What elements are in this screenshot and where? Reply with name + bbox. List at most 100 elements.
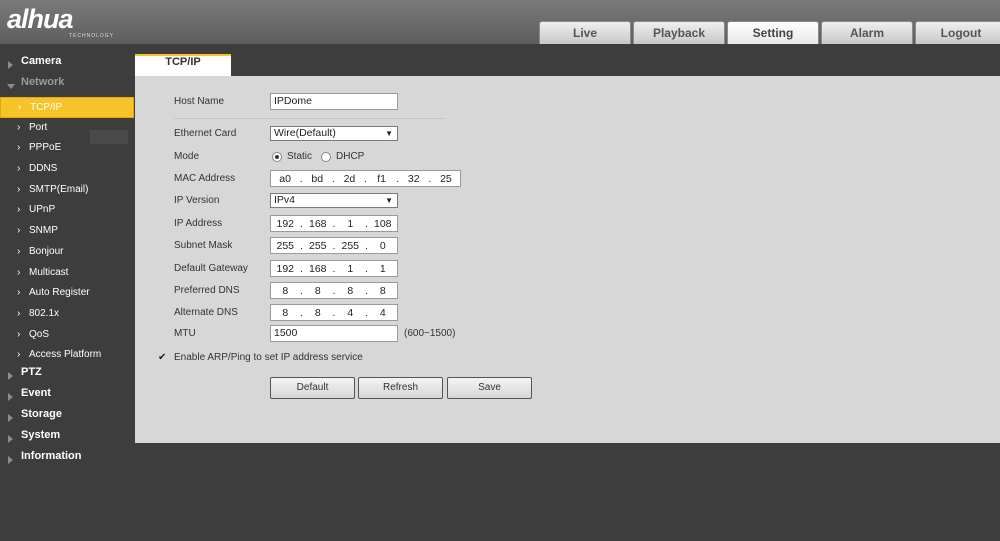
chevron-right-icon: › <box>17 183 21 195</box>
dropdown-arrow-icon: ▼ <box>385 129 393 138</box>
ethernet-card-row: Ethernet Card Wire(Default) ▼ <box>174 125 974 142</box>
tab-playback[interactable]: Playback <box>633 21 725 44</box>
mode-static-option[interactable]: Static <box>272 151 312 162</box>
mode-static-label: Static <box>287 151 313 162</box>
host-name-row: Host Name IPDome <box>174 93 974 110</box>
alternate-dns-field: 8. 8. 4. 4 <box>270 304 398 321</box>
sidebar-item-label: 802.1x <box>29 307 60 319</box>
sidebar-system[interactable]: System <box>0 429 134 450</box>
dns-octet-input[interactable]: 8 <box>271 285 300 297</box>
ip-octet-input[interactable]: 1 <box>336 218 365 230</box>
gateway-octet-input[interactable]: 192 <box>271 263 300 275</box>
gateway-octet-input[interactable]: 1 <box>369 263 398 275</box>
sidebar-camera[interactable]: Camera <box>0 55 134 76</box>
radio-static[interactable] <box>272 151 282 162</box>
gateway-label: Default Gateway <box>174 263 248 274</box>
sidebar-item-label: SNMP <box>29 225 58 237</box>
sidebar-item-label: QoS <box>29 328 50 340</box>
sidebar-item-multicast[interactable]: › Multicast <box>0 263 134 284</box>
save-button[interactable]: Save <box>447 377 532 399</box>
ip-address-field: 192. 168. 1. 108 <box>270 215 398 232</box>
mode-row: Mode Static DHCP <box>174 148 974 165</box>
host-name-input[interactable]: IPDome <box>270 93 398 110</box>
dns-octet-input[interactable]: 8 <box>304 307 333 319</box>
tab-alarm[interactable]: Alarm <box>821 21 913 44</box>
top-bar: alhua TECHNOLOGY Live Playback Setting A… <box>0 0 1000 44</box>
chevron-right-icon: › <box>17 328 21 340</box>
sidebar-storage-label: Storage <box>21 407 62 420</box>
sidebar-ptz[interactable]: PTZ <box>0 366 134 387</box>
sidebar-item-qos[interactable]: › QoS <box>0 325 134 346</box>
expand-triangle-icon <box>8 413 13 422</box>
ethernet-card-select[interactable]: Wire(Default) ▼ <box>270 126 398 141</box>
refresh-button[interactable]: Refresh <box>358 377 443 399</box>
expand-triangle-icon <box>8 61 13 69</box>
sidebar-information[interactable]: Information <box>0 450 134 471</box>
sidebar-item-snmp[interactable]: › SNMP <box>0 221 134 242</box>
panel-tab-tcpip[interactable]: TCP/IP <box>135 54 231 76</box>
sidebar-item-label: PPPoE <box>29 142 62 154</box>
sidebar-camera-label: Camera <box>21 55 62 67</box>
sidebar-item-label: Bonjour <box>29 245 64 257</box>
sidebar-item-tcpip[interactable]: › TCP/IP <box>0 97 134 118</box>
ip-version-select[interactable]: IPv4 ▼ <box>270 193 398 208</box>
dns-octet-input[interactable]: 4 <box>336 307 365 319</box>
arp-checkbox[interactable]: ✔ <box>158 352 168 363</box>
dns-octet-input[interactable]: 4 <box>369 307 398 319</box>
subnet-octet-input[interactable]: 0 <box>369 240 398 252</box>
chevron-right-icon: › <box>17 307 21 319</box>
subnet-octet-input[interactable]: 255 <box>271 240 300 252</box>
sidebar: Camera Network › TCP/IP › Port › PPPoE › DDN… <box>0 55 134 471</box>
divider <box>174 118 446 119</box>
sidebar-item-label: Auto Register <box>29 287 90 299</box>
default-button[interactable]: Default <box>270 377 355 399</box>
subnet-row: Subnet Mask 255. 255. 255. 0 <box>174 237 974 254</box>
dns-octet-input[interactable]: 8 <box>271 307 300 319</box>
ip-octet-input[interactable]: 168 <box>304 218 333 230</box>
sidebar-item-label: Multicast <box>29 266 69 278</box>
host-name-label: Host Name <box>174 96 225 107</box>
sidebar-item-upnp[interactable]: › UPnP <box>0 200 134 221</box>
sidebar-ptz-label: PTZ <box>21 365 42 378</box>
sidebar-item-label: Access Platform <box>29 349 102 361</box>
radio-dhcp[interactable] <box>321 151 332 162</box>
dns-octet-input[interactable]: 8 <box>336 285 365 297</box>
gateway-octet-input[interactable]: 1 <box>336 263 365 275</box>
sidebar-item-access-platform[interactable]: › Access Platform <box>0 345 134 366</box>
ip-address-row: IP Address 192. 168. 1. 108 <box>174 215 974 232</box>
ethernet-card-label: Ethernet Card <box>174 128 237 139</box>
mac-label: MAC Address <box>174 173 236 184</box>
sidebar-item-ddns[interactable]: › DDNS <box>0 159 134 180</box>
ip-address-label: IP Address <box>174 218 223 229</box>
mac-octet: 25 <box>440 172 452 185</box>
mode-dhcp-label: DHCP <box>336 151 365 162</box>
gateway-octet-input[interactable]: 168 <box>304 263 333 275</box>
subnet-octet-input[interactable]: 255 <box>336 240 365 252</box>
sidebar-event[interactable]: Event <box>0 387 134 408</box>
sidebar-network[interactable]: Network <box>0 76 134 97</box>
tab-live[interactable]: Live <box>539 21 631 44</box>
sidebar-item-auto-register[interactable]: › Auto Register <box>0 283 134 304</box>
sidebar-item-bonjour[interactable]: › Bonjour <box>0 242 134 263</box>
expand-triangle-icon <box>8 392 13 401</box>
ip-octet-input[interactable]: 108 <box>369 218 398 230</box>
mtu-row: MTU 1500 (600~1500) <box>174 325 974 342</box>
mode-dhcp-option[interactable]: DHCP <box>321 151 364 162</box>
tooltip-shadow <box>90 130 128 144</box>
mtu-input[interactable]: 1500 <box>270 325 398 342</box>
mac-octet: bd <box>311 172 324 185</box>
arp-label: Enable ARP/Ping to set IP address servic… <box>174 352 363 363</box>
sidebar-storage[interactable]: Storage <box>0 408 134 429</box>
ip-version-row: IP Version IPv4 ▼ <box>174 192 974 209</box>
subnet-octet-input[interactable]: 255 <box>304 240 333 252</box>
dns-octet-input[interactable]: 8 <box>369 285 398 297</box>
sidebar-item-smtp[interactable]: › SMTP(Email) <box>0 180 134 201</box>
mac-octet: 32 <box>407 172 420 185</box>
tab-setting[interactable]: Setting <box>727 21 819 44</box>
mtu-range-hint: (600~1500) <box>404 328 456 339</box>
dns-octet-input[interactable]: 8 <box>304 285 333 297</box>
tab-logout[interactable]: Logout <box>915 21 1000 44</box>
sidebar-item-8021x[interactable]: › 802.1x <box>0 304 134 325</box>
chevron-right-icon: › <box>17 245 21 257</box>
ip-octet-input[interactable]: 192 <box>271 218 300 230</box>
